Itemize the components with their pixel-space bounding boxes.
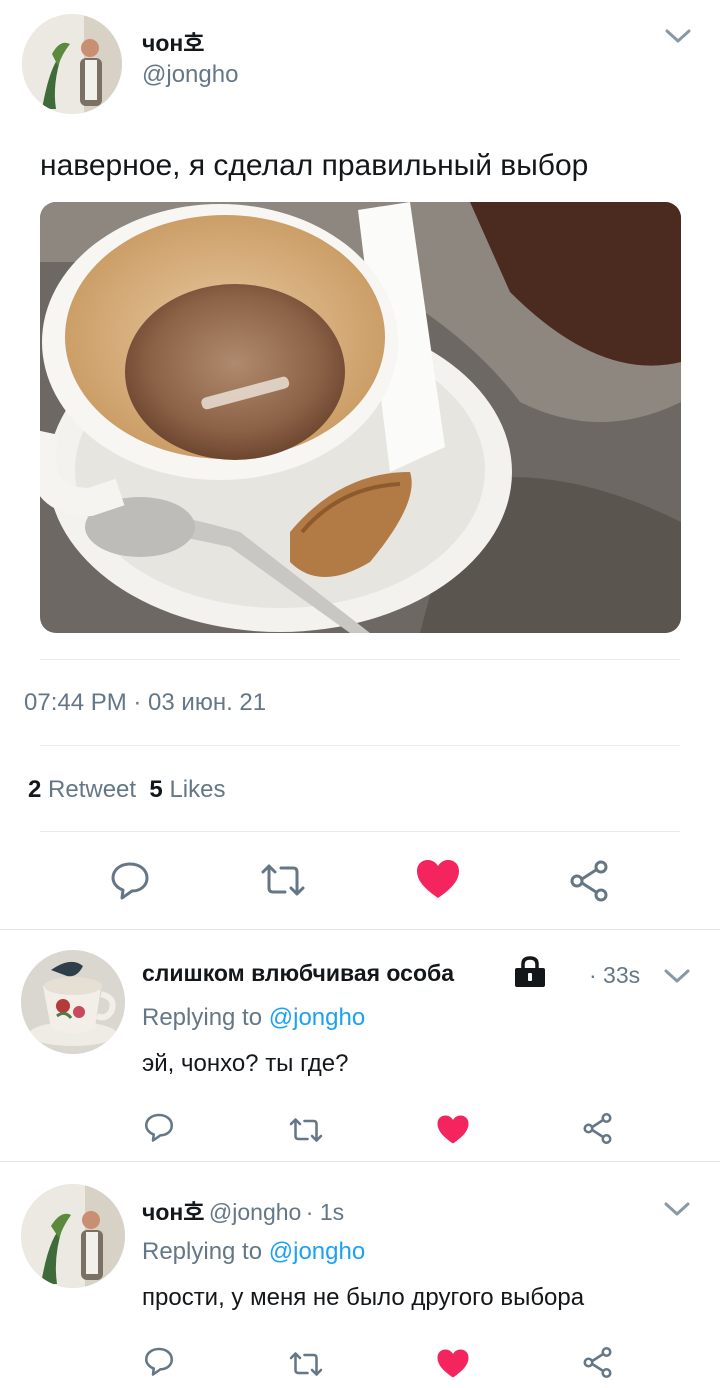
replying-label: Replying to: [142, 1004, 263, 1031]
reply-text: прости, у меня не было другого выбора: [142, 1284, 585, 1311]
heart-icon[interactable]: [415, 858, 461, 905]
author-name[interactable]: слишком влюбчивая особа: [142, 960, 454, 987]
retweet-count[interactable]: 2: [28, 776, 41, 803]
heart-icon[interactable]: [436, 1348, 470, 1384]
lock-icon: [513, 956, 547, 993]
chevron-down-icon[interactable]: [663, 966, 691, 991]
reply-icon[interactable]: [143, 1346, 175, 1381]
likes-label[interactable]: Likes: [169, 776, 225, 803]
replying-to: Replying to @jongho: [142, 1238, 365, 1266]
tweet-stats: 2 Retweet 5 Likes: [28, 776, 225, 804]
timestamp[interactable]: 07:44 PM · 03 июн. 21: [24, 689, 266, 717]
reply-time[interactable]: · 33s: [589, 962, 640, 989]
chevron-down-icon[interactable]: [663, 1199, 691, 1224]
retweet-icon[interactable]: [288, 1116, 324, 1149]
tweet-image[interactable]: [40, 202, 681, 633]
divider: [40, 745, 680, 746]
replying-label: Replying to: [142, 1238, 263, 1265]
divider: [0, 929, 720, 930]
reply-time[interactable]: · 1s: [306, 1199, 344, 1225]
share-icon[interactable]: [567, 859, 611, 908]
chevron-down-icon[interactable]: [664, 26, 692, 51]
likes-count[interactable]: 5: [149, 776, 162, 803]
reply-icon[interactable]: [109, 860, 151, 905]
retweet-icon[interactable]: [288, 1350, 324, 1383]
replying-to: Replying to @jongho: [142, 1004, 365, 1032]
author-name[interactable]: чон호: [142, 24, 204, 58]
divider: [40, 831, 680, 832]
reply-header: чон호 @jongho · 1s: [142, 1193, 344, 1227]
reply-text: эй, чонхо? ты где?: [142, 1050, 349, 1077]
avatar[interactable]: [21, 1184, 125, 1288]
avatar[interactable]: [21, 950, 125, 1054]
retweet-icon[interactable]: [259, 862, 307, 903]
divider: [40, 659, 680, 660]
reply-icon[interactable]: [143, 1112, 175, 1147]
tweet-text: наверное, я сделал правильный выбор: [40, 149, 589, 182]
share-icon[interactable]: [581, 1112, 614, 1150]
author-name[interactable]: чон호: [142, 1199, 204, 1225]
author-handle[interactable]: @jongho: [142, 61, 238, 89]
share-icon[interactable]: [581, 1346, 614, 1384]
heart-icon[interactable]: [436, 1114, 470, 1150]
retweet-label[interactable]: Retweet: [48, 776, 136, 803]
author-handle[interactable]: @jongho: [209, 1199, 301, 1225]
mention-link[interactable]: @jongho: [269, 1004, 365, 1031]
mention-link[interactable]: @jongho: [269, 1238, 365, 1265]
avatar[interactable]: [22, 14, 122, 114]
divider: [0, 1161, 720, 1162]
